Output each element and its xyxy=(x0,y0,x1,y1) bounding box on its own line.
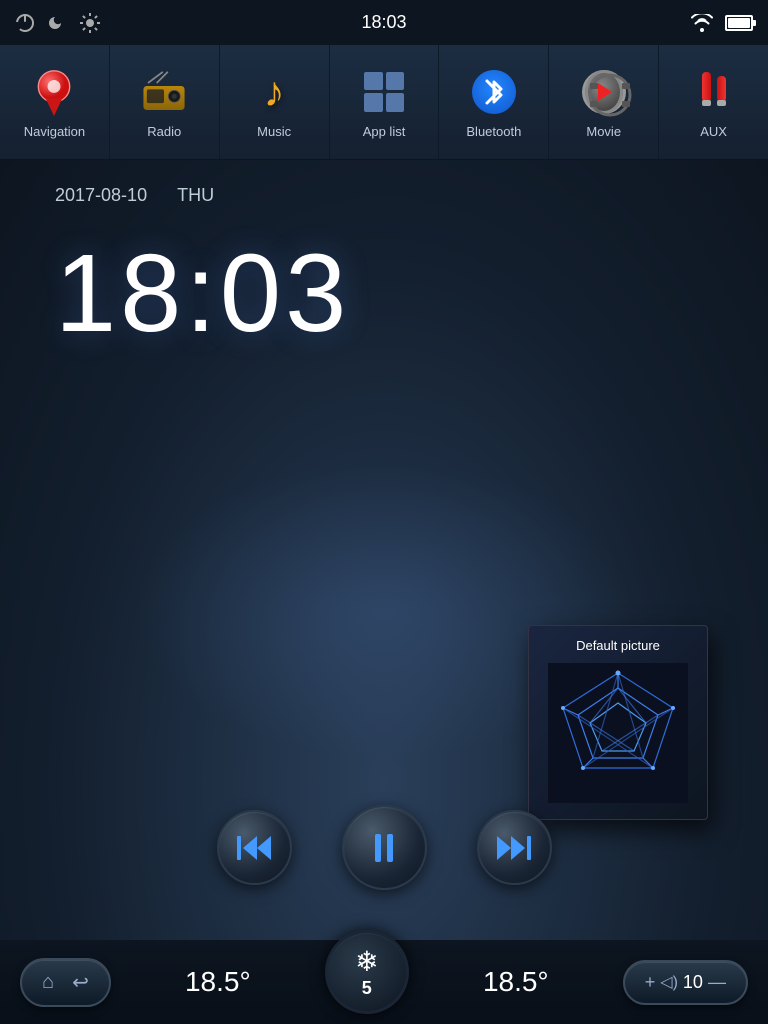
power-icon xyxy=(15,13,35,33)
volume-button[interactable]: + ◁) 10 — xyxy=(623,960,748,1005)
battery-icon xyxy=(725,15,753,31)
nav-icon-applist xyxy=(358,66,410,118)
brightness-icon xyxy=(79,12,101,34)
album-graphic xyxy=(548,663,688,803)
nav-icon-radio xyxy=(138,66,190,118)
volume-level: 10 xyxy=(683,972,703,993)
nav-item-applist[interactable]: App list xyxy=(330,45,440,159)
nav-label-applist: App list xyxy=(363,124,406,139)
status-bar: 18:03 xyxy=(0,0,768,45)
bottom-bar: ⌂ ↩ 18.5° ❄ 5 18.5° + ◁) 10 — xyxy=(0,940,768,1024)
nav-icon-music: ♪ xyxy=(248,66,300,118)
album-title: Default picture xyxy=(576,638,660,653)
temp-left: 18.5° xyxy=(185,966,251,998)
nav-item-navigation[interactable]: Navigation xyxy=(0,45,110,159)
nav-label-navigation: Navigation xyxy=(24,124,85,139)
status-left-icons xyxy=(15,12,101,34)
clock-display: 18:03 xyxy=(55,230,350,357)
nav-item-movie[interactable]: Movie xyxy=(549,45,659,159)
home-icon: ⌂ xyxy=(42,971,54,994)
player-controls xyxy=(0,805,768,890)
home-back-button[interactable]: ⌂ ↩ xyxy=(20,958,111,1007)
nav-item-radio[interactable]: Radio xyxy=(110,45,220,159)
nav-icon-aux xyxy=(688,66,740,118)
nav-label-bluetooth: Bluetooth xyxy=(466,124,521,139)
moon-icon xyxy=(47,13,67,33)
album-art[interactable]: Default picture xyxy=(528,625,708,820)
nav-label-radio: Radio xyxy=(147,124,181,139)
nav-bar: Navigation Radio xyxy=(0,45,768,160)
nav-label-aux: AUX xyxy=(700,124,727,139)
date-display: 2017-08-10 THU xyxy=(55,185,214,206)
nav-label-music: Music xyxy=(257,124,291,139)
status-right-icons xyxy=(691,14,753,32)
main-content: 2017-08-10 THU 18:03 Default picture xyxy=(0,160,768,940)
nav-item-bluetooth[interactable]: Bluetooth xyxy=(439,45,549,159)
volume-minus-icon: — xyxy=(708,972,726,993)
temp-right: 18.5° xyxy=(483,966,549,998)
nav-icon-bluetooth xyxy=(468,66,520,118)
nav-icon-navigation xyxy=(28,66,80,118)
back-icon: ↩ xyxy=(72,970,89,995)
volume-speaker-icon: ◁) xyxy=(660,972,678,992)
fan-icon: ❄ xyxy=(355,945,378,978)
date-text: 2017-08-10 xyxy=(55,185,147,206)
day-text: THU xyxy=(177,185,214,206)
nav-item-music[interactable]: ♪ Music xyxy=(220,45,330,159)
nav-label-movie: Movie xyxy=(586,124,621,139)
status-time: 18:03 xyxy=(361,12,406,33)
prev-button[interactable] xyxy=(217,810,292,885)
fan-level: 5 xyxy=(362,978,372,999)
next-button[interactable] xyxy=(477,810,552,885)
fan-button[interactable]: ❄ 5 xyxy=(325,930,409,1014)
nav-item-aux[interactable]: AUX xyxy=(659,45,768,159)
album-box: Default picture xyxy=(528,625,708,820)
nav-icon-movie xyxy=(578,66,630,118)
wifi-icon xyxy=(691,14,713,32)
volume-plus-icon: + xyxy=(645,972,656,993)
play-pause-button[interactable] xyxy=(342,805,427,890)
bluetooth-circle xyxy=(472,70,516,114)
music-note-icon: ♪ xyxy=(264,68,285,116)
